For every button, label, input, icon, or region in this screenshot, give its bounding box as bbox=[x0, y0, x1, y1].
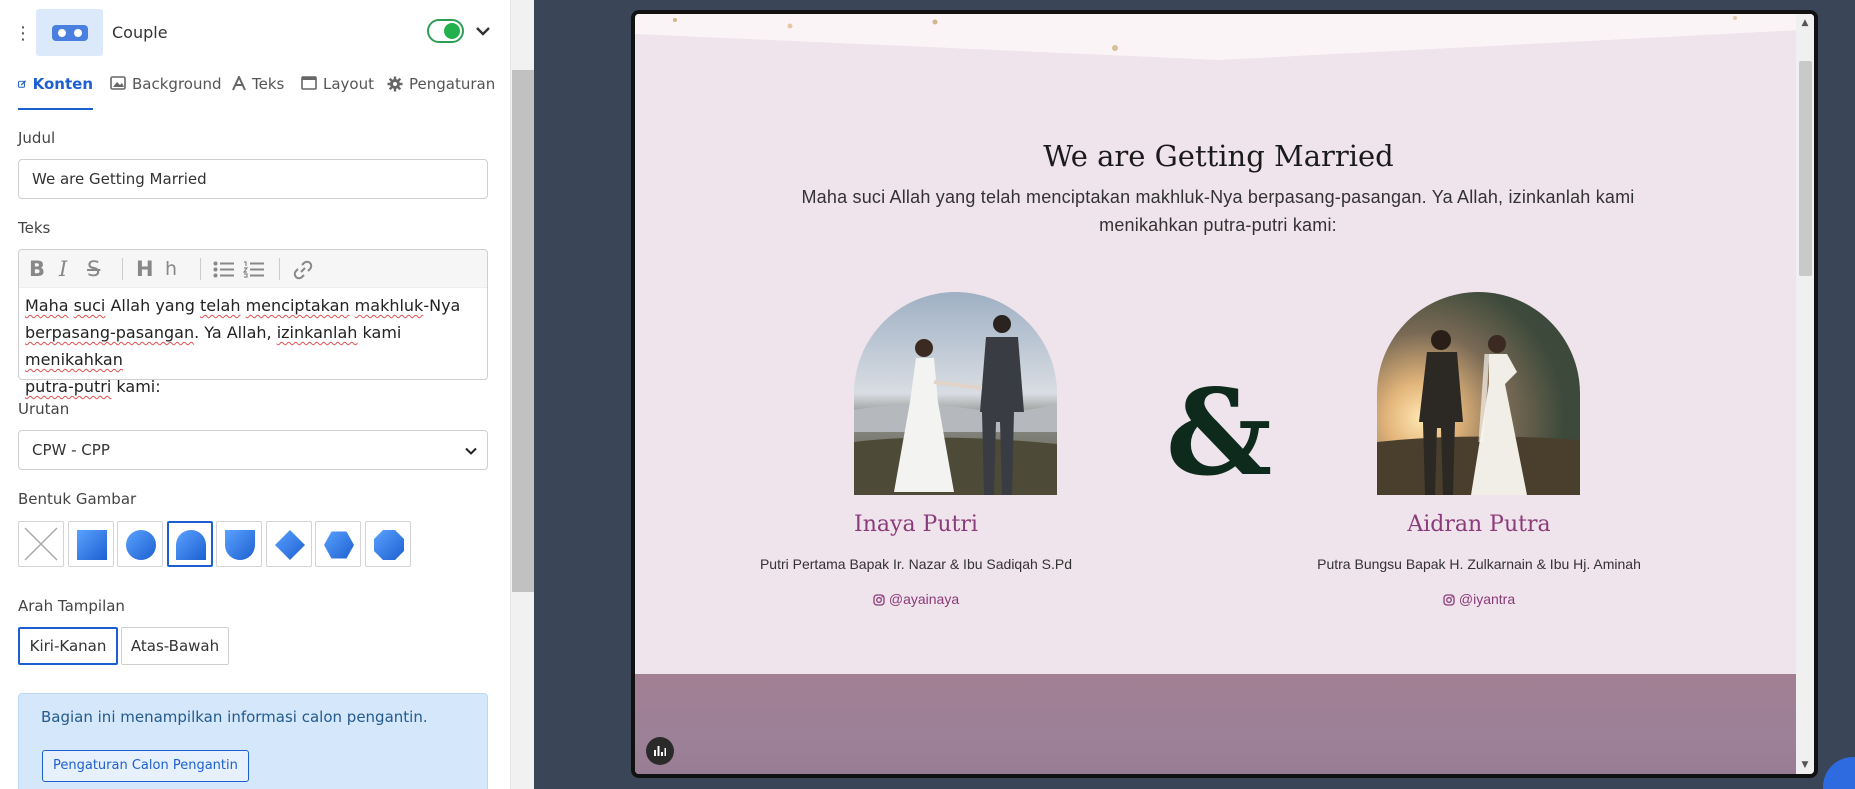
bride-instagram-link[interactable]: @ayainaya bbox=[706, 591, 1126, 607]
judul-input[interactable]: We are Getting Married bbox=[18, 159, 488, 199]
rte-line: Maha suci Allah yang telah menciptakan m… bbox=[25, 296, 461, 315]
urutan-value: CPW - CPP bbox=[32, 441, 110, 459]
circle-icon bbox=[126, 530, 156, 560]
tab-teks[interactable]: Teks bbox=[232, 70, 284, 110]
shape-none-option[interactable] bbox=[18, 521, 64, 567]
ampersand: & bbox=[1165, 363, 1273, 502]
rte-toolbar: B I S H h bbox=[19, 250, 487, 288]
preview-scrollbar-thumb[interactable] bbox=[1799, 61, 1812, 276]
scrollbar-thumb[interactable] bbox=[512, 70, 534, 592]
shape-arch-option[interactable] bbox=[167, 521, 213, 567]
preview-title: We are Getting Married bbox=[1043, 139, 1394, 173]
tab-layout[interactable]: Layout bbox=[301, 70, 374, 110]
rte-line: berpasang-pasangan. Ya Allah, izinkanlah… bbox=[25, 323, 402, 369]
groom-instagram-handle: @iyantra bbox=[1458, 591, 1516, 607]
floating-action-button[interactable] bbox=[1823, 757, 1855, 789]
bride-name: Inaya Putri bbox=[854, 512, 978, 537]
shape-diamond-option[interactable] bbox=[266, 521, 312, 567]
bentuk-label: Bentuk Gambar bbox=[18, 490, 137, 508]
window-icon bbox=[301, 76, 317, 90]
heading-1-icon[interactable]: H bbox=[136, 258, 154, 280]
info-alert: Bagian ini menampilkan informasi calon p… bbox=[18, 693, 488, 789]
preview-scrollbar[interactable]: ▲ ▼ bbox=[1796, 14, 1814, 774]
teks-label: Teks bbox=[18, 219, 51, 237]
shape-hexagon-option[interactable] bbox=[315, 521, 361, 567]
section-visibility-toggle[interactable] bbox=[427, 19, 464, 43]
next-section-band bbox=[635, 674, 1802, 774]
tab-konten[interactable]: Konten bbox=[18, 70, 93, 110]
shield-icon bbox=[225, 530, 255, 560]
bride-photo bbox=[854, 292, 1057, 495]
shape-square-option[interactable] bbox=[68, 521, 114, 567]
square-icon bbox=[77, 530, 107, 560]
arah-label: Arah Tampilan bbox=[18, 597, 125, 615]
bride-parents: Putri Pertama Bapak Ir. Nazar & Ibu Sadi… bbox=[759, 556, 1073, 572]
rich-text-editor[interactable]: B I S H h Maha suci Allah yang telah men… bbox=[18, 249, 488, 396]
diamond-icon bbox=[275, 530, 305, 560]
edit-icon bbox=[18, 80, 27, 88]
font-icon bbox=[232, 76, 246, 91]
editor-scrollbar[interactable] bbox=[510, 0, 534, 789]
drag-handle-icon[interactable]: ⋮ bbox=[14, 24, 32, 44]
tab-label: Pengaturan bbox=[409, 75, 496, 93]
hexagon-icon bbox=[324, 531, 354, 559]
arah-atas-bawah-button[interactable]: Atas-Bawah bbox=[121, 627, 229, 665]
bride-instagram-handle: @ayainaya bbox=[888, 591, 960, 607]
preview-frame: We are Getting Married Maha suci Allah y… bbox=[631, 10, 1818, 778]
arch-icon bbox=[176, 530, 206, 560]
urutan-label: Urutan bbox=[18, 400, 70, 418]
urutan-select[interactable]: CPW - CPP bbox=[18, 430, 488, 470]
tab-background[interactable]: Background bbox=[110, 70, 222, 110]
rte-content[interactable]: Maha suci Allah yang telah menciptakan m… bbox=[19, 288, 487, 404]
section-header[interactable]: ⋮ Couple bbox=[0, 0, 510, 66]
arah-kiri-kanan-button[interactable]: Kiri-Kanan bbox=[18, 627, 118, 665]
scroll-down-icon[interactable]: ▼ bbox=[1800, 760, 1810, 770]
image-icon bbox=[110, 76, 126, 90]
strikethrough-icon[interactable]: S bbox=[87, 258, 100, 280]
rte-line: putra-putri kami: bbox=[25, 377, 161, 396]
chevron-down-icon bbox=[465, 447, 477, 455]
couple-section-icon bbox=[36, 9, 103, 56]
heading-2-icon[interactable]: h bbox=[165, 258, 177, 280]
info-text: Bagian ini menampilkan informasi calon p… bbox=[41, 708, 428, 726]
preview-text: Maha suci Allah yang telah menciptakan m… bbox=[801, 187, 1635, 235]
groom-photo bbox=[1377, 292, 1580, 495]
shape-octagon-option[interactable] bbox=[365, 521, 411, 567]
groom-parents: Putra Bungsu Bapak H. Zulkarnain & Ibu H… bbox=[1317, 556, 1641, 572]
tab-label: Layout bbox=[323, 75, 374, 93]
octagon-icon bbox=[374, 530, 404, 560]
music-player-icon[interactable] bbox=[646, 737, 674, 765]
tab-label: Teks bbox=[252, 75, 285, 93]
instagram-icon bbox=[1443, 594, 1455, 606]
scroll-up-icon[interactable]: ▲ bbox=[1800, 18, 1810, 28]
bullet-list-icon[interactable] bbox=[213, 261, 235, 278]
instagram-icon bbox=[873, 594, 885, 606]
decorative-top-band bbox=[635, 14, 1814, 60]
groom-instagram-link[interactable]: @iyantra bbox=[1269, 591, 1689, 607]
tab-label: Background bbox=[132, 75, 222, 93]
bold-icon[interactable]: B bbox=[29, 258, 45, 280]
tab-label: Konten bbox=[32, 75, 93, 93]
section-title: Couple bbox=[112, 23, 168, 42]
tab-pengaturan[interactable]: Pengaturan bbox=[387, 70, 495, 110]
shape-shield-option[interactable] bbox=[216, 521, 262, 567]
chevron-down-icon[interactable] bbox=[474, 22, 492, 40]
gear-icon bbox=[387, 76, 403, 92]
editor-panel: ⋮ Couple Konten Background Teks Layout P… bbox=[0, 0, 534, 789]
groom-name: Aidran Putra bbox=[1407, 512, 1551, 537]
link-icon[interactable] bbox=[293, 260, 313, 280]
tab-bar: Konten Background Teks Layout Pengaturan bbox=[0, 70, 510, 110]
pengaturan-calon-pengantin-button[interactable]: Pengaturan Calon Pengantin bbox=[42, 750, 249, 782]
shape-circle-option[interactable] bbox=[117, 521, 163, 567]
judul-label: Judul bbox=[18, 129, 56, 147]
preview-area: We are Getting Married Maha suci Allah y… bbox=[534, 0, 1855, 789]
italic-icon[interactable]: I bbox=[59, 258, 67, 280]
no-shape-icon bbox=[24, 527, 58, 561]
numbered-list-icon[interactable] bbox=[243, 261, 265, 278]
